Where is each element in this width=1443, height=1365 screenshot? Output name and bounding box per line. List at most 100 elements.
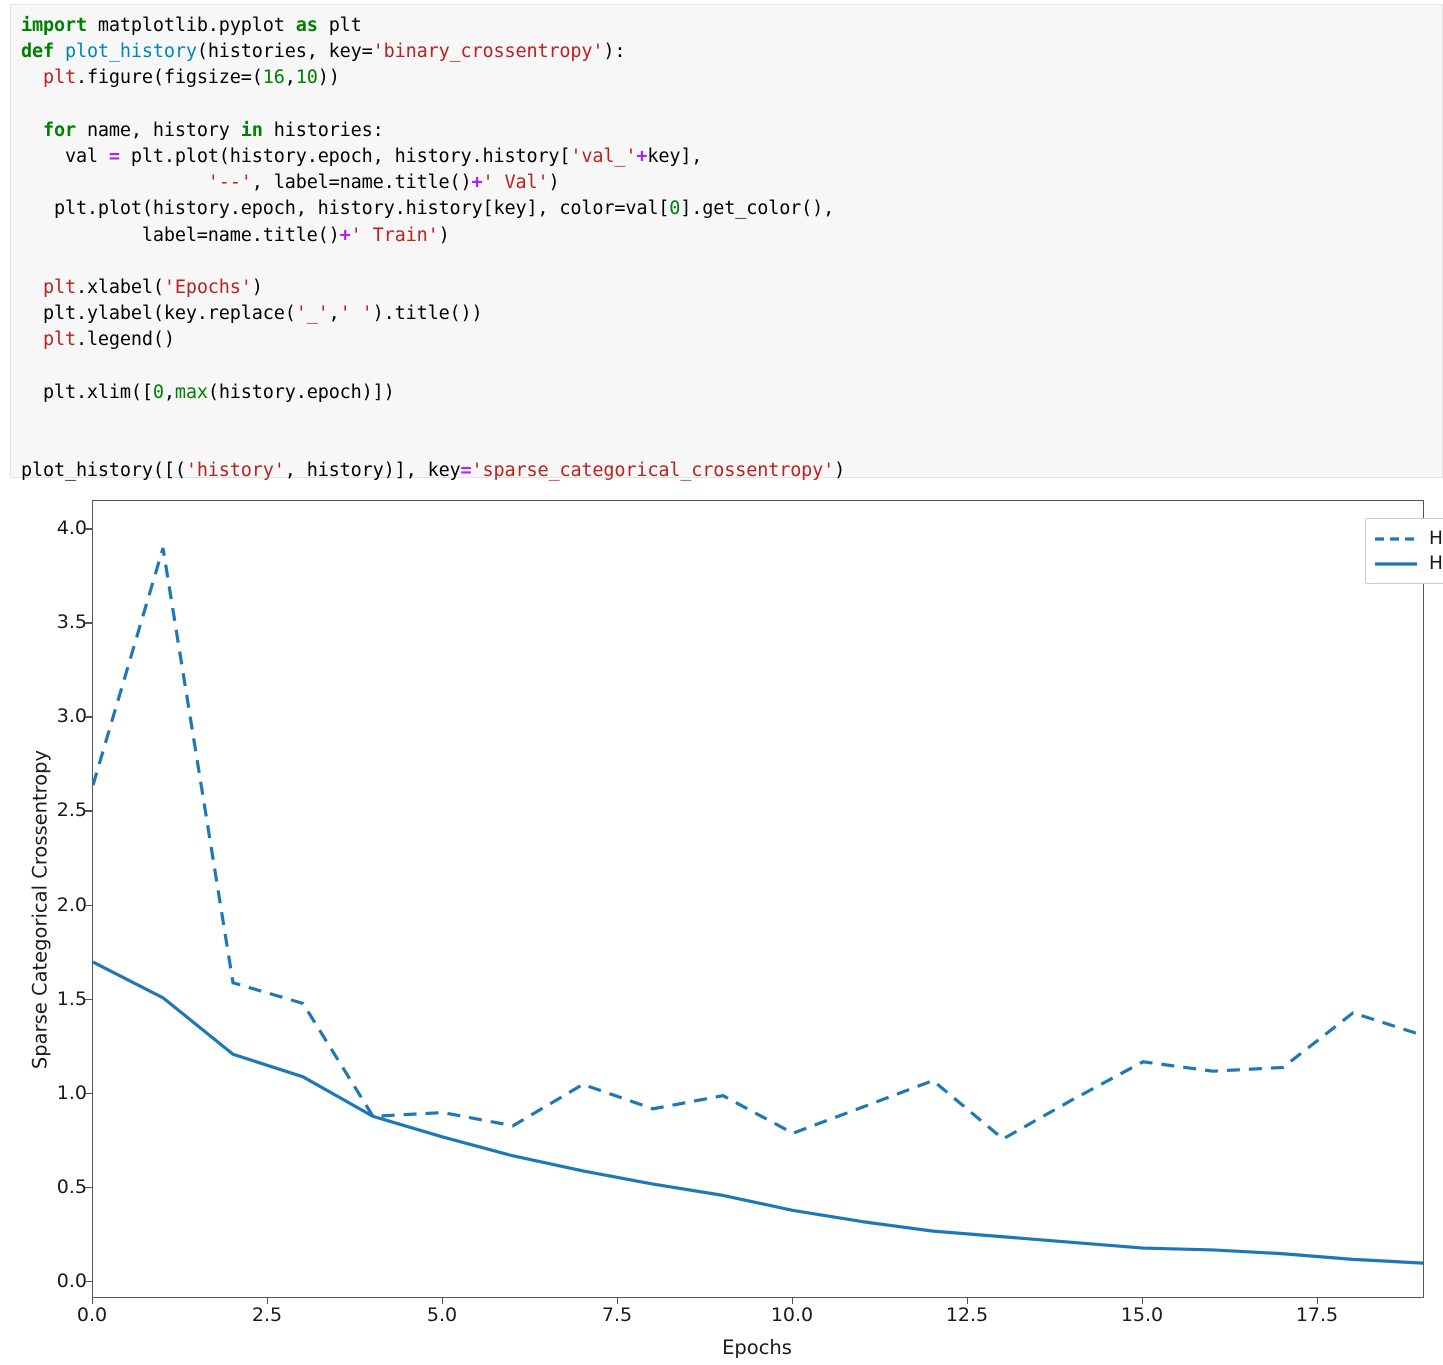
y-tick-label: 0.0 (56, 1269, 87, 1292)
x-tick-label: 5.0 (426, 1304, 458, 1326)
code-token: ) (548, 172, 560, 194)
x-tick-mark (792, 1297, 794, 1304)
code-token: ): (603, 41, 626, 63)
code-source[interactable]: import matplotlib.pyplot as plt def plot… (21, 13, 1442, 485)
code-token: in (240, 119, 263, 141)
code-token: plt (42, 277, 76, 299)
code-token: , label=name.title() (251, 172, 472, 194)
code-token: plt.plot(history.epoch, history.history[… (21, 198, 670, 220)
code-token: + (636, 146, 648, 168)
code-token: , history)], key (284, 460, 461, 482)
code-line: plt.figure(figsize=(16,10)) (21, 67, 340, 88)
x-tick-mark (967, 1297, 969, 1304)
code-line: '--', label=name.title()+' Val') (21, 172, 560, 194)
y-tick-mark (85, 810, 92, 812)
code-token: ) (834, 460, 846, 482)
code-token: = (460, 460, 472, 482)
code-token: matplotlib.pyplot (86, 15, 296, 36)
y-tick-label: 2.5 (56, 799, 87, 822)
plot-axes: History Val History Train (92, 500, 1443, 1298)
code-line: plot_history([('history', history)], key… (21, 460, 845, 481)
code-token: 'history' (185, 460, 285, 482)
x-axis-label: Epochs (722, 1336, 792, 1359)
y-tick-mark (85, 622, 92, 624)
code-token: ' Train' (350, 224, 439, 246)
code-line: plt.ylabel(key.replace('_',' ').title()) (21, 303, 483, 324)
y-tick-mark (85, 1186, 92, 1189)
y-tick-mark (85, 716, 92, 718)
legend-entry-history-val: History Val (1374, 526, 1443, 551)
code-token: 'binary_crossentropy' (372, 41, 604, 63)
series-line-history-val (93, 547, 1423, 1141)
y-tick-label: 0.5 (56, 1175, 87, 1198)
code-token: plt.ylabel(key.replace( (21, 303, 296, 325)
y-tick-mark (85, 904, 92, 906)
code-line: plt.plot(history.epoch, history.history[… (21, 198, 834, 219)
code-token: '_' (295, 303, 329, 325)
code-token: .figure(figsize= (75, 67, 252, 89)
code-token: plot_history (64, 41, 197, 63)
y-tick-mark (85, 1092, 92, 1095)
x-tick-label: 15.0 (1120, 1304, 1164, 1326)
code-line: plt.legend() (21, 329, 175, 350)
code-token: import (21, 15, 87, 36)
series-line-history-train (93, 960, 1423, 1265)
code-token: for (42, 119, 76, 141)
code-token: as (295, 15, 318, 36)
x-tick-mark (442, 1297, 444, 1304)
x-tick-label: 0.0 (76, 1304, 108, 1326)
code-token: ).title()) (372, 303, 483, 325)
y-tick-label: 1.0 (56, 1081, 87, 1104)
code-token: 'val_' (570, 146, 637, 168)
y-tick-label: 3.5 (56, 611, 87, 634)
x-tick-mark (1317, 1297, 1319, 1304)
y-tick-mark (85, 998, 92, 1000)
code-token: max (174, 381, 208, 403)
code-token: , (328, 303, 340, 325)
x-tick-mark (92, 1297, 94, 1304)
code-token: )) (317, 67, 340, 89)
code-token: 0 (669, 198, 681, 220)
code-token: histories: (262, 119, 384, 141)
legend-entry-history-train: History Train (1374, 551, 1443, 576)
y-tick-mark (85, 1280, 92, 1283)
code-token: ( (251, 67, 263, 89)
code-token: 0 (152, 381, 164, 403)
y-tick-label: 3.0 (56, 705, 87, 728)
code-line: import matplotlib.pyplot as plt (21, 15, 362, 36)
code-token: 'Epochs' (163, 277, 252, 299)
x-tick-label: 10.0 (770, 1304, 814, 1326)
code-token: plt (42, 329, 76, 351)
code-token: ) (251, 277, 263, 299)
code-token: .legend() (75, 329, 175, 351)
code-token: 10 (295, 67, 318, 89)
code-line: label=name.title()+' Train') (21, 225, 450, 246)
x-tick-label: 17.5 (1295, 1304, 1339, 1326)
code-token: plt.plot(history.epoch, history.history[ (119, 146, 571, 168)
code-token: 16 (262, 67, 285, 89)
code-line: plt.xlabel('Epochs') (21, 277, 263, 298)
code-token: (history.epoch)]) (207, 381, 395, 403)
code-token: ) (438, 224, 450, 246)
plot-lines (93, 547, 1423, 1265)
code-line: for name, history in histories: (21, 120, 384, 141)
code-token: 'sparse_categorical_crossentropy' (471, 460, 835, 482)
legend: History Val History Train (1365, 518, 1443, 584)
code-token: ' Val' (482, 172, 549, 194)
y-tick-label: 4.0 (56, 517, 87, 540)
legend-swatch-solid (1375, 561, 1417, 566)
x-tick-mark (1142, 1297, 1144, 1304)
y-axis-label: Sparse Categorical Crossentropy (28, 749, 52, 1070)
x-tick-label: 12.5 (945, 1304, 989, 1326)
code-token: plt (42, 67, 76, 89)
code-token: , (284, 67, 296, 89)
code-token: name, history (75, 119, 241, 141)
x-tick-mark (617, 1297, 619, 1304)
code-cell[interactable]: import matplotlib.pyplot as plt def plot… (10, 4, 1443, 481)
